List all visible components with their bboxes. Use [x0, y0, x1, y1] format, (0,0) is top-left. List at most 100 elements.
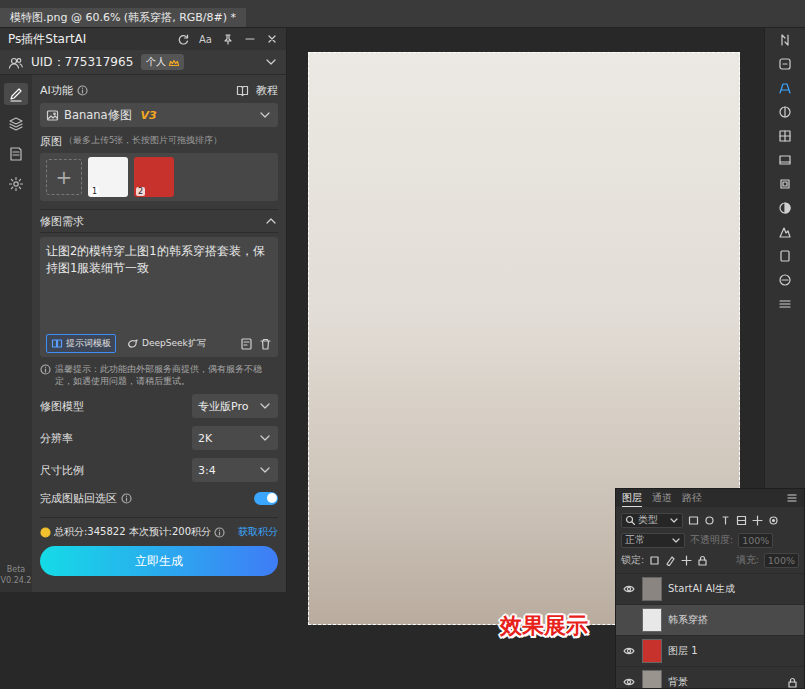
- search-icon: [625, 515, 635, 525]
- get-points-link[interactable]: 获取积分: [238, 525, 278, 539]
- delete-icon[interactable]: [259, 337, 272, 350]
- source-image[interactable]: 2: [134, 157, 174, 197]
- close-icon[interactable]: [266, 33, 278, 45]
- layer-row[interactable]: 韩系穿搭: [616, 604, 804, 635]
- prompt-section-header[interactable]: 修图需求: [40, 209, 278, 233]
- filter-kind-icon[interactable]: [688, 515, 699, 526]
- panel-menu-icon[interactable]: [786, 492, 798, 504]
- mode-dropdown[interactable]: Banana修图V3: [40, 103, 278, 127]
- layer-row[interactable]: StartAI AI生成: [616, 573, 804, 604]
- filter-kind-icon[interactable]: [720, 515, 731, 526]
- panel-tab[interactable]: 图层: [622, 490, 642, 507]
- info-icon[interactable]: [77, 85, 88, 96]
- lock-option-icon[interactable]: [665, 555, 676, 566]
- collapse-icon[interactable]: [264, 214, 278, 228]
- sidebar-item[interactable]: [4, 83, 28, 105]
- lock-option-icon[interactable]: [681, 555, 692, 566]
- filter-select[interactable]: 类型: [621, 513, 683, 528]
- expand-icon[interactable]: [264, 55, 278, 69]
- font-button[interactable]: Aa: [199, 34, 212, 45]
- layer-row[interactable]: 背景: [616, 666, 804, 689]
- panel-tab[interactable]: 通道: [652, 490, 672, 506]
- prompt-tool-button[interactable]: 提示词模板: [46, 334, 116, 353]
- sidebar-item[interactable]: [4, 113, 28, 135]
- tab-label: 路径: [682, 492, 702, 503]
- add-image-button[interactable]: +: [46, 159, 82, 195]
- opacity-value: 100%: [742, 535, 769, 546]
- fill-label: 填充:: [736, 554, 759, 567]
- visibility-toggle[interactable]: [622, 675, 636, 689]
- document-icon[interactable]: [777, 248, 793, 264]
- circle-half-icon[interactable]: [777, 200, 793, 216]
- visibility-toggle[interactable]: [622, 613, 636, 627]
- grid-icon[interactable]: [777, 128, 793, 144]
- chevron-icon: [669, 515, 679, 525]
- prompt-tool-button[interactable]: DeepSeek扩写: [122, 334, 211, 353]
- layer-thumbnail: [642, 639, 662, 663]
- shape-icon[interactable]: [777, 224, 793, 240]
- layer-thumbnail: [642, 577, 662, 601]
- opacity-field[interactable]: 100%: [738, 533, 773, 548]
- divider: [40, 517, 278, 518]
- chevron-icon: [671, 535, 681, 545]
- minimize-icon[interactable]: [244, 33, 256, 45]
- visibility-toggle[interactable]: [622, 582, 636, 596]
- document-tab[interactable]: 模特图.png @ 60.6% (韩系穿搭, RGB/8#) *: [0, 8, 246, 27]
- panel-icon[interactable]: [777, 152, 793, 168]
- eye-icon: [623, 645, 635, 657]
- beta-label: Beta: [7, 564, 25, 575]
- sidebar-item[interactable]: [4, 173, 28, 195]
- plugin-body: BetaV0.24.2AI功能教程Banana修图V3原图（最多上传5张，长按图…: [0, 75, 286, 592]
- filter-kind-icon[interactable]: [768, 515, 779, 526]
- pin-icon[interactable]: [222, 33, 234, 45]
- filter-kind-icon[interactable]: [752, 515, 763, 526]
- arrows-icon[interactable]: [777, 32, 793, 48]
- ai-function-row: AI功能教程: [40, 81, 278, 99]
- lock-option-icon[interactable]: [649, 555, 660, 566]
- blend-select[interactable]: 正常: [621, 533, 685, 548]
- setting-select[interactable]: 专业版Pro: [192, 394, 278, 418]
- prompt-input[interactable]: 让图2的模特穿上图1的韩系穿搭套装，保持图1服装细节一致提示词模板DeepSee…: [40, 237, 278, 357]
- filter-kind-icon[interactable]: [704, 515, 715, 526]
- mode-name: Banana修图: [64, 108, 132, 123]
- contrast-icon[interactable]: [777, 104, 793, 120]
- layer-name: 韩系穿搭: [668, 613, 798, 627]
- image-icon: [46, 109, 59, 122]
- lock-label: 锁定:: [621, 554, 644, 567]
- setting-label: 修图模型: [40, 399, 84, 414]
- chevron-icon: [258, 463, 272, 477]
- account-badge: 个人: [141, 54, 184, 70]
- filter-kind-icon[interactable]: [736, 515, 747, 526]
- generate-button[interactable]: 立即生成: [40, 546, 278, 576]
- adjust-icon[interactable]: [777, 56, 793, 72]
- setting-select[interactable]: 2K: [192, 426, 278, 450]
- brush-icon[interactable]: [777, 272, 793, 288]
- source-image[interactable]: 1: [88, 157, 128, 197]
- refresh-icon[interactable]: [177, 33, 189, 45]
- lock-option-icon[interactable]: [697, 555, 708, 566]
- uid-text: UID：775317965: [31, 54, 133, 71]
- sidebar-item[interactable]: [4, 143, 28, 165]
- startai-icon[interactable]: [777, 80, 793, 96]
- panel-tab[interactable]: 路径: [682, 490, 702, 506]
- tab-label: 通道: [652, 492, 672, 503]
- menu-icon[interactable]: [777, 296, 793, 312]
- visibility-toggle[interactable]: [622, 644, 636, 658]
- template-icon: [51, 338, 63, 349]
- paste-back-toggle[interactable]: [254, 492, 278, 505]
- setting-select[interactable]: 3:4: [192, 458, 278, 482]
- history-icon[interactable]: [240, 337, 253, 350]
- setting-value: 3:4: [198, 464, 216, 477]
- chevron-icon: [258, 108, 272, 122]
- layer-row[interactable]: 图层 1: [616, 635, 804, 666]
- button-label: 提示词模板: [66, 337, 111, 350]
- points-info: 总积分:345822本次预计:200积分: [40, 525, 225, 539]
- effect-caption: 效果展示: [500, 611, 588, 641]
- info-icon: [40, 364, 51, 375]
- tutorial-link[interactable]: 教程: [256, 83, 278, 98]
- fill-field[interactable]: 100%: [764, 553, 799, 568]
- filter-label: 类型: [638, 514, 666, 527]
- layers-panel: 图层通道路径类型正常不透明度:100%锁定:填充:100%StartAI AI生…: [615, 488, 805, 689]
- left-dock: Ps插件StartAIAaUID：775317965个人BetaV0.24.2A…: [0, 28, 287, 689]
- frame-icon[interactable]: [777, 176, 793, 192]
